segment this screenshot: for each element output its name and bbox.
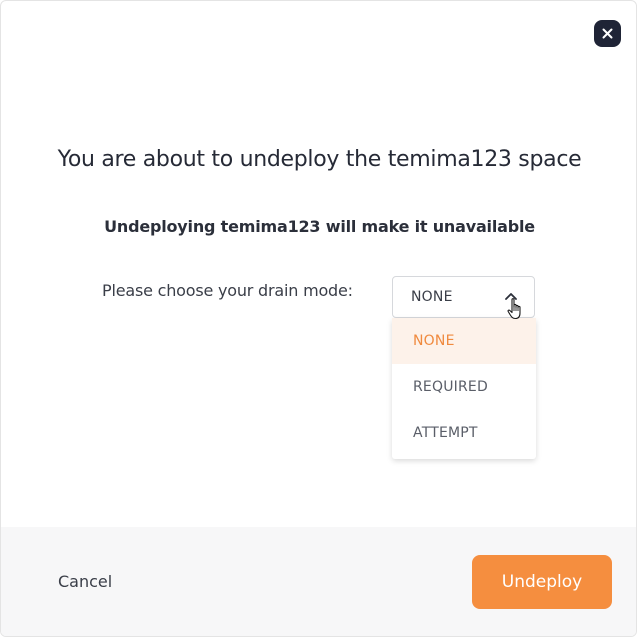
dialog-title: You are about to undeploy the temima123 … — [57, 147, 582, 172]
drain-mode-label: Please choose your drain mode: — [102, 281, 353, 300]
chevron-up-icon — [505, 293, 517, 300]
dialog-footer: Cancel Undeploy — [1, 527, 636, 636]
close-icon — [602, 28, 613, 39]
drain-option-attempt[interactable]: ATTEMPT — [392, 410, 536, 456]
undeploy-dialog: You are about to undeploy the temima123 … — [0, 0, 637, 637]
drain-mode-select[interactable]: NONE — [392, 276, 535, 318]
undeploy-button[interactable]: Undeploy — [472, 555, 612, 609]
cancel-button[interactable]: Cancel — [58, 572, 112, 591]
drain-mode-dropdown: NONE REQUIRED ATTEMPT — [392, 318, 536, 459]
drain-option-required[interactable]: REQUIRED — [392, 364, 536, 410]
drain-option-none[interactable]: NONE — [392, 318, 536, 364]
dialog-subtitle: Undeploying temima123 will make it unava… — [104, 217, 535, 236]
close-button[interactable] — [594, 20, 621, 47]
drain-mode-selected-value: NONE — [411, 289, 453, 305]
